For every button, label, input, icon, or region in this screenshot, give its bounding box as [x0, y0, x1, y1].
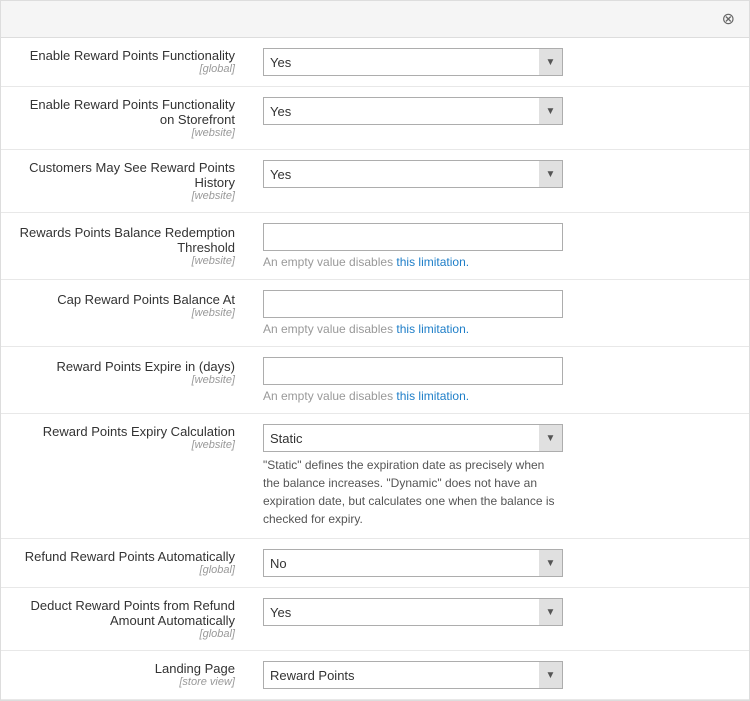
select-wrapper-enable-reward-points: YesNo▼: [263, 48, 563, 76]
value-cell-enable-storefront: YesNo▼: [249, 87, 749, 150]
value-cell-deduct-refund: YesNo▼: [249, 588, 749, 651]
value-cell-expiry-calculation: StaticDynamic▼ "Static" defines the expir…: [249, 414, 749, 539]
field-label-refund-auto: Refund Reward Points Automatically: [25, 549, 235, 564]
field-label-enable-storefront: Enable Reward Points Functionality on St…: [30, 97, 235, 127]
form-row-enable-storefront: Enable Reward Points Functionality on St…: [1, 87, 749, 150]
field-scope-landing-page: [store view]: [15, 676, 235, 688]
field-scope-cap-balance: [website]: [15, 307, 235, 319]
select-landing-page[interactable]: Reward Points: [263, 661, 563, 689]
form-row-expiry-calculation: Reward Points Expiry Calculation[website…: [1, 414, 749, 539]
value-cell-expire-days: An empty value disables this limitation.: [249, 347, 749, 414]
select-wrapper-refund-auto: NoYes▼: [263, 549, 563, 577]
select-customers-history[interactable]: YesNo: [263, 160, 563, 188]
select-expiry-calculation[interactable]: StaticDynamic: [263, 424, 563, 452]
settings-table: Enable Reward Points Functionality[globa…: [1, 38, 749, 700]
form-row-customers-history: Customers May See Reward Points History[…: [1, 150, 749, 213]
form-row-balance-threshold: Rewards Points Balance Redemption Thresh…: [1, 213, 749, 280]
hint-balance-threshold: An empty value disables this limitation.: [263, 255, 735, 269]
page-container: ⊗ Enable Reward Points Functionality[glo…: [0, 0, 750, 701]
select-enable-storefront[interactable]: YesNo: [263, 97, 563, 125]
hint-link-balance-threshold[interactable]: this limitation.: [396, 255, 469, 269]
field-label-balance-threshold: Rewards Points Balance Redemption Thresh…: [20, 225, 235, 255]
description-expiry-calculation: "Static" defines the expiration date as …: [263, 456, 563, 528]
field-scope-expiry-calculation: [website]: [15, 439, 235, 451]
field-scope-balance-threshold: [website]: [15, 255, 235, 267]
field-label-expiry-calculation: Reward Points Expiry Calculation: [43, 424, 235, 439]
form-row-cap-balance: Cap Reward Points Balance At[website] An …: [1, 280, 749, 347]
field-scope-customers-history: [website]: [15, 190, 235, 202]
field-label-customers-history: Customers May See Reward Points History: [29, 160, 235, 190]
field-scope-enable-reward-points: [global]: [15, 63, 235, 75]
select-enable-reward-points[interactable]: YesNo: [263, 48, 563, 76]
value-cell-cap-balance: An empty value disables this limitation.: [249, 280, 749, 347]
value-cell-customers-history: YesNo▼: [249, 150, 749, 213]
hint-link-cap-balance[interactable]: this limitation.: [396, 322, 469, 336]
value-cell-enable-reward-points: YesNo▼: [249, 38, 749, 87]
field-scope-enable-storefront: [website]: [15, 127, 235, 139]
field-label-cap-balance: Cap Reward Points Balance At: [57, 292, 235, 307]
select-deduct-refund[interactable]: YesNo: [263, 598, 563, 626]
select-wrapper-landing-page: Reward Points▼: [263, 661, 563, 689]
field-scope-expire-days: [website]: [15, 374, 235, 386]
field-label-landing-page: Landing Page: [155, 661, 235, 676]
select-wrapper-customers-history: YesNo▼: [263, 160, 563, 188]
form-row-deduct-refund: Deduct Reward Points from Refund Amount …: [1, 588, 749, 651]
value-cell-balance-threshold: An empty value disables this limitation.: [249, 213, 749, 280]
value-cell-refund-auto: NoYes▼: [249, 539, 749, 588]
field-scope-deduct-refund: [global]: [15, 628, 235, 640]
field-label-deduct-refund: Deduct Reward Points from Refund Amount …: [31, 598, 235, 628]
input-expire-days[interactable]: [263, 357, 563, 385]
hint-link-expire-days[interactable]: this limitation.: [396, 389, 469, 403]
input-balance-threshold[interactable]: [263, 223, 563, 251]
hint-expire-days: An empty value disables this limitation.: [263, 389, 735, 403]
form-row-enable-reward-points: Enable Reward Points Functionality[globa…: [1, 38, 749, 87]
collapse-icon[interactable]: ⊗: [722, 9, 735, 29]
field-label-enable-reward-points: Enable Reward Points Functionality: [30, 48, 235, 63]
form-row-refund-auto: Refund Reward Points Automatically[globa…: [1, 539, 749, 588]
section-header: ⊗: [1, 1, 749, 38]
hint-cap-balance: An empty value disables this limitation.: [263, 322, 735, 336]
select-wrapper-enable-storefront: YesNo▼: [263, 97, 563, 125]
field-label-expire-days: Reward Points Expire in (days): [57, 359, 235, 374]
input-cap-balance[interactable]: [263, 290, 563, 318]
form-row-landing-page: Landing Page[store view] Reward Points▼: [1, 651, 749, 700]
select-wrapper-deduct-refund: YesNo▼: [263, 598, 563, 626]
form-row-expire-days: Reward Points Expire in (days)[website] A…: [1, 347, 749, 414]
select-refund-auto[interactable]: NoYes: [263, 549, 563, 577]
value-cell-landing-page: Reward Points▼: [249, 651, 749, 700]
select-wrapper-expiry-calculation: StaticDynamic▼: [263, 424, 563, 452]
field-scope-refund-auto: [global]: [15, 564, 235, 576]
